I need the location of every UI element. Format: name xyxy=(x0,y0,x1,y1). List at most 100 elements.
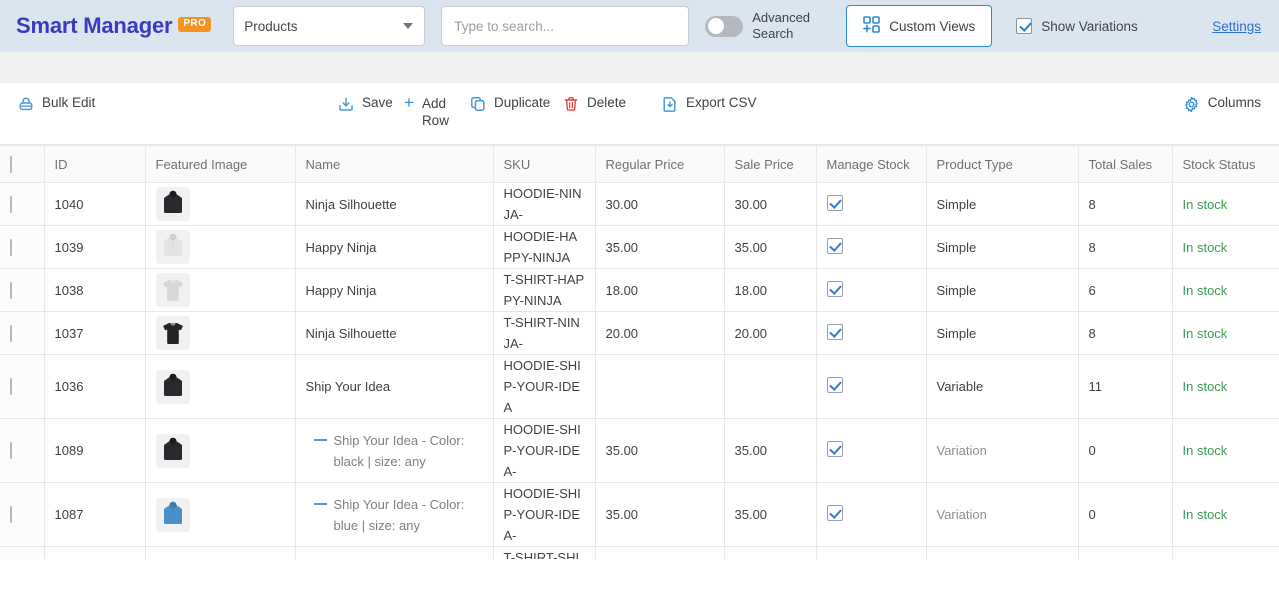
cell-regular-price[interactable]: 35.00 xyxy=(595,482,725,547)
cell-total-sales[interactable]: 11 xyxy=(1078,354,1173,419)
row-select-cell[interactable] xyxy=(0,182,45,226)
row-checkbox[interactable] xyxy=(10,378,12,395)
cell-featured-image[interactable] xyxy=(145,182,296,226)
cell-manage-stock[interactable] xyxy=(816,225,927,269)
row-select-cell[interactable] xyxy=(0,482,45,547)
cell-manage-stock[interactable] xyxy=(816,482,927,547)
row-checkbox[interactable] xyxy=(10,195,12,213)
search-input[interactable] xyxy=(441,6,690,46)
cell-id[interactable]: 1087 xyxy=(44,482,146,547)
table-row[interactable]: 1040 Ninja Silhouette HOODIE-NINJA- 30.00 30… xyxy=(0,182,1279,226)
table-row[interactable]: 1039 Happy Ninja HOODIE-HAPPY-NINJA 35.00 35… xyxy=(0,225,1279,269)
cell-sale-price[interactable]: 30.00 xyxy=(724,182,817,226)
row-select-cell[interactable] xyxy=(0,354,45,419)
cell-total-sales[interactable]: 8 xyxy=(1078,182,1173,226)
columns-button[interactable]: Columns xyxy=(1183,95,1261,116)
delete-button[interactable]: Delete xyxy=(563,95,626,115)
cell-name-wrap[interactable]: Ninja Silhouette xyxy=(295,182,494,226)
cell-manage-stock[interactable] xyxy=(816,354,927,419)
cell-id[interactable]: 1039 xyxy=(44,225,146,269)
cell-sku[interactable]: HOODIE-NINJA- xyxy=(493,182,596,226)
cell-stock-status[interactable]: In stock xyxy=(1172,225,1279,269)
cell-name[interactable]: Ninja Silhouette xyxy=(306,326,397,341)
cell-sku[interactable]: T-SHIRT-SHIP-YOUR-IDEA xyxy=(493,546,596,559)
cell-stock-status[interactable]: In stock xyxy=(1172,311,1279,355)
cell-sale-price[interactable]: 35.00 xyxy=(724,225,817,269)
table-row[interactable]: 1035 Ship Your IdeaT-SHIRT-SHIP-YOUR-IDEA… xyxy=(0,546,1279,559)
cell-featured-image[interactable] xyxy=(145,354,296,419)
show-variations-group[interactable]: Show Variations xyxy=(1016,18,1138,34)
cell-sale-price[interactable]: 35.00 xyxy=(724,418,817,483)
cell-id[interactable]: 1089 xyxy=(44,418,146,483)
cell-regular-price[interactable]: 35.00 xyxy=(595,225,725,269)
row-checkbox[interactable] xyxy=(10,442,12,459)
row-select-cell[interactable] xyxy=(0,225,45,269)
cell-featured-image[interactable] xyxy=(145,546,296,559)
manage-stock-checkbox[interactable] xyxy=(826,441,843,457)
cell-sku[interactable]: HOODIE-HAPPY-NINJA xyxy=(493,225,596,269)
cell-sale-price[interactable]: 18.00 xyxy=(724,268,817,312)
export-csv-button[interactable]: Export CSV xyxy=(662,95,757,115)
manage-stock-checkbox[interactable] xyxy=(826,237,843,254)
cell-name[interactable]: Happy Ninja xyxy=(306,283,377,298)
column-header-manage-stock[interactable]: Manage Stock xyxy=(816,145,927,183)
cell-regular-price[interactable]: 30.00 xyxy=(595,182,725,226)
cell-name-wrap[interactable]: Ship Your Idea - Color: black | size: an… xyxy=(295,418,494,483)
cell-featured-image[interactable] xyxy=(145,225,296,269)
cell-sku[interactable]: T-SHIRT-HAPPY-NINJA xyxy=(493,268,596,312)
cell-product-type[interactable]: Variation xyxy=(926,418,1079,483)
advanced-search-toggle[interactable] xyxy=(705,15,744,37)
cell-product-type[interactable]: Simple xyxy=(926,182,1079,226)
advanced-search-toggle-group[interactable]: Advanced Search xyxy=(705,10,818,42)
row-select-cell[interactable] xyxy=(0,418,45,483)
cell-stock-status[interactable]: In stock xyxy=(1172,418,1279,483)
cell-name[interactable]: Ship Your Idea xyxy=(306,379,391,394)
add-row-button[interactable]: + Add Row xyxy=(404,94,456,129)
column-header-sale-price[interactable]: Sale Price xyxy=(724,145,817,183)
manage-stock-checkbox[interactable] xyxy=(826,323,843,340)
table-row[interactable]: 1037 Ninja Silhouette T-SHIRT-NINJA- 20.00 2… xyxy=(0,311,1279,355)
cell-sale-price[interactable] xyxy=(724,546,817,559)
column-header-featured-image[interactable]: Featured Image xyxy=(145,145,296,183)
row-checkbox[interactable] xyxy=(10,238,12,256)
cell-manage-stock[interactable] xyxy=(816,546,927,559)
table-row[interactable]: 1038 Happy Ninja T-SHIRT-HAPPY-NINJA 18.00 1… xyxy=(0,268,1279,312)
products-table-container[interactable]: ID Featured Image Name SKU Regular Price… xyxy=(0,145,1279,559)
cell-id[interactable]: 1040 xyxy=(44,182,146,226)
save-button[interactable]: Save xyxy=(338,95,393,115)
manage-stock-checkbox[interactable] xyxy=(826,280,843,297)
cell-name-wrap[interactable]: Ship Your Idea xyxy=(295,546,494,559)
cell-id[interactable]: 1037 xyxy=(44,311,146,355)
cell-total-sales[interactable]: 0 xyxy=(1078,482,1173,547)
column-header-regular-price[interactable]: Regular Price xyxy=(595,145,725,183)
row-checkbox[interactable] xyxy=(10,281,12,299)
manage-stock-checkbox[interactable] xyxy=(826,377,843,393)
cell-featured-image[interactable] xyxy=(145,311,296,355)
column-header-product-type[interactable]: Product Type xyxy=(926,145,1079,183)
cell-total-sales[interactable]: 8 xyxy=(1078,311,1173,355)
cell-manage-stock[interactable] xyxy=(816,418,927,483)
cell-regular-price[interactable]: 20.00 xyxy=(595,311,725,355)
column-header-total-sales[interactable]: Total Sales xyxy=(1078,145,1173,183)
cell-name-wrap[interactable]: Ship Your Idea xyxy=(295,354,494,419)
cell-stock-status[interactable]: In stock xyxy=(1172,482,1279,547)
cell-product-type[interactable]: Simple xyxy=(926,268,1079,312)
cell-regular-price[interactable]: 18.00 xyxy=(595,268,725,312)
cell-total-sales[interactable]: 0 xyxy=(1078,418,1173,483)
column-header-id[interactable]: ID xyxy=(44,145,146,183)
select-all-header[interactable] xyxy=(0,145,45,183)
cell-manage-stock[interactable] xyxy=(816,268,927,312)
row-checkbox[interactable] xyxy=(10,506,12,523)
cell-sale-price[interactable] xyxy=(724,354,817,419)
table-row[interactable]: 1036 Ship Your Idea HOODIE-SHIP-YOUR-IDEA V… xyxy=(0,354,1279,419)
cell-product-type[interactable]: Variable xyxy=(926,546,1079,559)
cell-sale-price[interactable]: 35.00 xyxy=(724,482,817,547)
cell-name-wrap[interactable]: Happy Ninja xyxy=(295,268,494,312)
cell-stock-status[interactable]: In stock xyxy=(1172,354,1279,419)
cell-id[interactable]: 1038 xyxy=(44,268,146,312)
column-header-stock-status[interactable]: Stock Status xyxy=(1172,145,1279,183)
table-row[interactable]: 1087 Ship Your Idea - Color: blue | size:… xyxy=(0,482,1279,547)
custom-views-button[interactable]: Custom Views xyxy=(846,5,993,47)
manage-stock-checkbox[interactable] xyxy=(826,505,843,521)
cell-stock-status[interactable]: In stock xyxy=(1172,546,1279,559)
